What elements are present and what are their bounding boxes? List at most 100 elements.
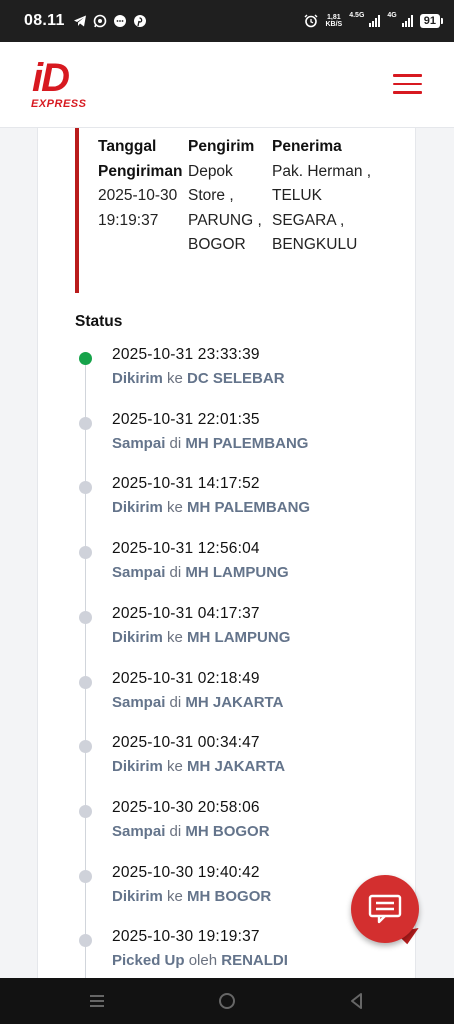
system-icons: 1,81 KB/S 4.5G 4G 91 [304, 11, 444, 28]
event-connector: ke [167, 499, 183, 517]
receiver-header: Penerima [272, 138, 342, 155]
status-title: Status [75, 313, 123, 330]
event-date: 2025-10-31 22:01:35 [112, 410, 260, 428]
timeline-item: 2025-10-31 04:17:37 Dikirim ke MH LAMPUNG [38, 605, 417, 665]
logo-id-text: iD [32, 56, 70, 100]
pinterest-icon [133, 15, 146, 27]
shipment-date-value: 2025-10-30 19:19:37 [98, 187, 178, 229]
active-status-dot [79, 352, 92, 365]
event-action: Sampai [112, 434, 166, 452]
timeline-item: 2025-10-31 00:34:47 Dikirim ke MH JAKARTA [38, 734, 417, 794]
event-date: 2025-10-30 19:40:42 [112, 863, 260, 881]
event-description: Sampai di MH PALEMBANG [112, 435, 308, 452]
clock: 08.11 [24, 12, 65, 29]
event-connector: di [169, 564, 182, 582]
tracking-card: Tanggal Pengiriman 2025-10-30 19:19:37 P… [37, 128, 417, 994]
event-date: 2025-10-31 02:18:49 [112, 669, 260, 687]
sender-header: Pengirim [188, 138, 255, 155]
status-dot [79, 416, 92, 430]
event-action: Dikirim [112, 628, 163, 646]
event-location: MH PALEMBANG [185, 434, 309, 452]
system-nav-bar [0, 978, 454, 1024]
event-location: RENALDI [221, 952, 288, 970]
event-location: MH JAKARTA [185, 693, 284, 711]
event-description: Dikirim ke MH JAKARTA [112, 758, 285, 775]
signal-1-label: 4.5G [349, 11, 365, 19]
status-bar: 08.11 1,81 KB/S 4.5G 4G 91 [0, 0, 454, 42]
event-description: Sampai di MH BOGOR [112, 823, 270, 840]
event-location: MH BOGOR [187, 887, 272, 905]
recent-apps-icon[interactable] [86, 990, 108, 1012]
event-action: Sampai [112, 822, 166, 840]
sender-value: Depok Store , PARUNG , BOGOR [188, 162, 262, 254]
hamburger-menu-icon[interactable] [393, 74, 422, 94]
event-location: MH PALEMBANG [187, 499, 311, 517]
event-location: MH LAMPUNG [185, 564, 289, 582]
timeline-item: 2025-10-30 20:58:06 Sampai di MH BOGOR [38, 799, 417, 859]
event-connector: ke [167, 887, 183, 905]
back-icon[interactable] [346, 990, 368, 1012]
timeline-item: 2025-10-31 12:56:04 Sampai di MH LAMPUNG [38, 540, 417, 600]
logo-express-text: EXPRESS [31, 98, 87, 110]
message-icon [113, 15, 126, 27]
event-description: Dikirim ke DC SELEBAR [112, 370, 285, 387]
event-description: Dikirim ke MH BOGOR [112, 888, 271, 905]
chat-icon [368, 894, 402, 924]
status-dot [79, 675, 92, 689]
timeline-item: 2025-10-31 23:33:39 Dikirim ke DC SELEBAR [38, 346, 417, 406]
home-icon[interactable] [216, 990, 238, 1012]
receiver-column: Penerima Pak. Herman , TELUK SEGARA , BE… [272, 135, 372, 258]
event-action: Sampai [112, 693, 166, 711]
event-date: 2025-10-31 23:33:39 [112, 346, 260, 363]
event-connector: di [169, 822, 182, 840]
timeline-item: 2025-10-31 22:01:35 Sampai di MH PALEMBAN… [38, 411, 417, 471]
event-connector: ke [167, 628, 183, 646]
chat-button[interactable] [351, 875, 419, 943]
event-action: Sampai [112, 564, 166, 582]
event-location: DC SELEBAR [187, 370, 285, 387]
event-location: MH LAMPUNG [187, 628, 291, 646]
event-description: Dikirim ke MH LAMPUNG [112, 629, 290, 646]
signal-2-icon [401, 15, 413, 27]
event-connector: di [169, 434, 182, 452]
event-date: 2025-10-30 20:58:06 [112, 798, 260, 816]
accent-bar [75, 128, 79, 293]
notification-icons [73, 14, 147, 28]
network-speed: 1,81 KB/S [325, 14, 343, 28]
alarm-icon [304, 14, 318, 28]
signal-2-label: 4G [387, 11, 397, 19]
event-connector: ke [167, 758, 183, 776]
timeline-item: 2025-10-31 02:18:49 Sampai di MH JAKARTA [38, 670, 417, 730]
telegram-icon [73, 15, 86, 27]
event-date: 2025-10-30 19:19:37 [112, 928, 260, 946]
event-location: MH BOGOR [185, 822, 270, 840]
event-action: Dikirim [112, 758, 163, 776]
status-dot [79, 481, 92, 495]
event-date: 2025-10-31 04:17:37 [112, 604, 260, 622]
status-dot [79, 804, 92, 818]
event-location: MH JAKARTA [187, 758, 286, 776]
event-description: Picked Up oleh RENALDI [112, 952, 288, 969]
status-dot [79, 934, 92, 948]
status-dot [79, 610, 92, 624]
app-header: iD EXPRESS [0, 42, 454, 128]
shipment-date-column: Tanggal Pengiriman 2025-10-30 19:19:37 [98, 135, 190, 233]
event-connector: oleh [188, 952, 218, 970]
event-description: Sampai di MH JAKARTA [112, 694, 283, 711]
event-date: 2025-10-31 12:56:04 [112, 540, 260, 558]
event-connector: ke [167, 370, 183, 387]
event-date: 2025-10-31 00:34:47 [112, 734, 260, 752]
event-description: Dikirim ke MH PALEMBANG [112, 499, 310, 516]
sender-column: Pengirim Depok Store , PARUNG , BOGOR [188, 135, 270, 258]
receiver-value: Pak. Herman , TELUK SEGARA , BENGKULU [272, 162, 372, 254]
event-action: Dikirim [112, 499, 163, 517]
shipment-date-header: Tanggal Pengiriman [98, 138, 183, 180]
event-date: 2025-10-31 14:17:52 [112, 475, 260, 493]
timeline-item: 2025-10-31 14:17:52 Dikirim ke MH PALEMBA… [38, 475, 417, 535]
event-action: Dikirim [112, 887, 163, 905]
whatsapp-icon [93, 14, 106, 28]
event-connector: di [169, 693, 182, 711]
event-action: Dikirim [112, 370, 163, 387]
id-express-logo[interactable]: iD EXPRESS [30, 56, 92, 112]
status-dot [79, 740, 92, 754]
